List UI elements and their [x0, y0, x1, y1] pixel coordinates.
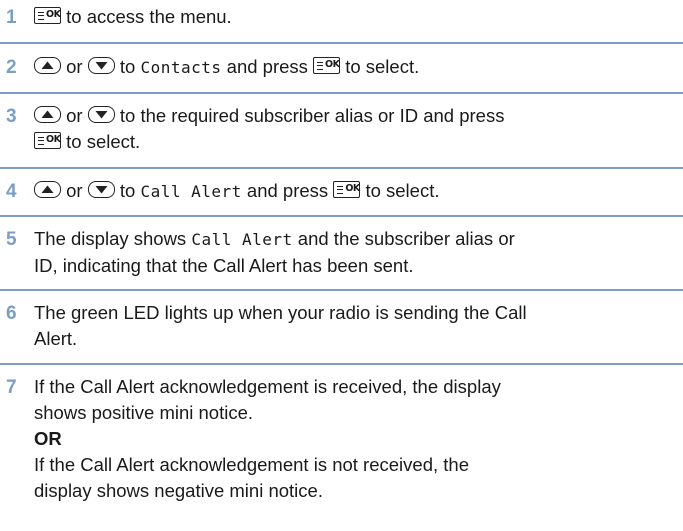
step-number: 7: [6, 377, 17, 398]
step-number: 6: [6, 303, 17, 324]
divider: [0, 42, 683, 44]
step-number: 3: [6, 106, 17, 127]
divider: [0, 92, 683, 94]
divider: [0, 215, 683, 217]
nav-up-key-icon: [34, 180, 61, 198]
menu-ok-key-icon: OK: [34, 6, 61, 24]
nav-down-key-icon: [87, 105, 115, 123]
divider: [0, 363, 683, 365]
menu-ok-key-icon: OK: [313, 56, 341, 74]
procedure-page: 1 OK to access the menu. 2 or to Contact…: [0, 0, 683, 531]
menu-item-call-alert: Call Alert: [140, 182, 242, 201]
menu-ok-key-icon: OK: [333, 180, 361, 198]
nav-up-key-icon: [34, 105, 61, 123]
step-number: 1: [6, 7, 17, 28]
step-number: 4: [6, 181, 17, 202]
divider: [0, 167, 683, 169]
divider: [0, 289, 683, 291]
menu-ok-key-icon: OK: [34, 131, 61, 149]
step-number: 5: [6, 229, 17, 250]
nav-up-key-icon: [34, 56, 61, 74]
or-text: or: [66, 56, 83, 77]
nav-down-key-icon: [87, 56, 115, 74]
or-label: OR: [34, 428, 62, 449]
menu-item-contacts: Contacts: [140, 58, 222, 77]
nav-down-key-icon: [87, 180, 115, 198]
display-call-alert: Call Alert: [191, 230, 293, 249]
step-number: 2: [6, 57, 17, 78]
step-text: to access the menu.: [66, 6, 232, 27]
